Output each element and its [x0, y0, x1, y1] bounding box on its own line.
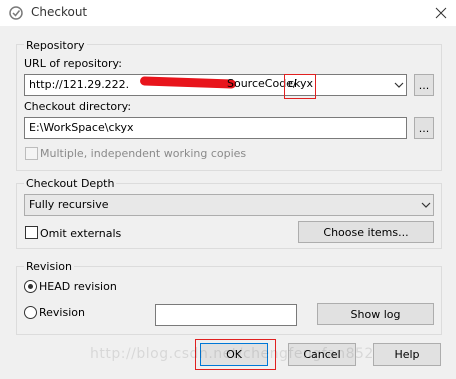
help-button[interactable]: Help: [373, 343, 441, 366]
url-browse-button[interactable]: ...: [414, 74, 434, 96]
depth-group-label: Checkout Depth: [24, 177, 117, 190]
revision-input[interactable]: [155, 304, 297, 326]
chevron-down-icon[interactable]: [394, 82, 404, 88]
omit-externals-checkbox[interactable]: [25, 226, 38, 239]
dir-browse-button[interactable]: ...: [414, 117, 434, 139]
revision-group-label: Revision: [24, 260, 74, 273]
checkout-dir-field[interactable]: E:\WorkSpace\ckyx: [24, 117, 407, 139]
depth-select[interactable]: Fully recursive: [24, 194, 434, 216]
revision-radio[interactable]: [24, 306, 37, 319]
head-revision-label: HEAD revision: [39, 280, 117, 293]
omit-externals-label: Omit externals: [40, 227, 122, 240]
url-label: URL of repository:: [24, 57, 122, 70]
url-highlight-text: ckyx: [288, 77, 314, 90]
chevron-down-icon[interactable]: [421, 202, 431, 208]
multiple-wc-label: Multiple, independent working copies: [40, 147, 247, 160]
show-log-button[interactable]: Show log: [317, 303, 434, 325]
head-revision-radio[interactable]: [24, 280, 37, 293]
depth-selected: Fully recursive: [29, 198, 109, 211]
revision-label: Revision: [39, 306, 85, 319]
close-icon[interactable]: [432, 4, 450, 22]
repository-group-label: Repository: [24, 39, 87, 52]
multiple-wc-checkbox[interactable]: [25, 147, 38, 160]
window-title: Checkout: [31, 5, 88, 19]
choose-items-button[interactable]: Choose items...: [298, 221, 434, 243]
watermark: http://blog.csdn.net/chengfengfan852: [90, 346, 374, 362]
url-prefix: http://121.29.222.: [29, 78, 130, 91]
checkout-dir-label: Checkout directory:: [24, 100, 132, 113]
svn-checkout-icon: [9, 6, 23, 20]
